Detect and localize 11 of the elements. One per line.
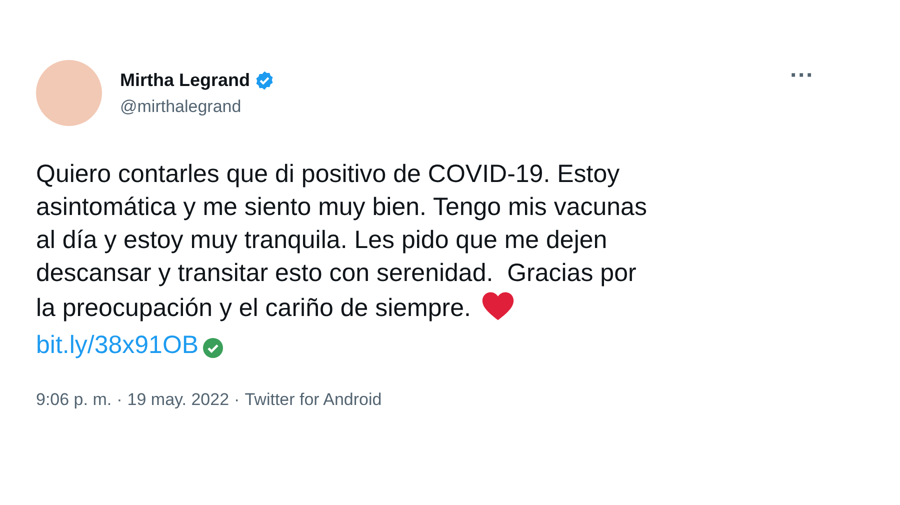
- tweet-text: Quiero contarles que di positivo de COVID-19. Estoy asintomática y me siento muy bien. Tengo mis vacunas al día y estoy muy tranquila. Les pido que me dejen descansar y transitar esto con serenidad. Gracias por la preocupación y el cariño de siempre.: [36, 159, 648, 324]
- check-circle-icon: [202, 338, 223, 358]
- author-handle[interactable]: @mirthalegrand: [120, 96, 772, 116]
- tweet-time[interactable]: 9:06 p. m.: [36, 390, 112, 410]
- tweet-date[interactable]: 19 may. 2022: [127, 390, 230, 410]
- more-button[interactable]: ···: [790, 64, 814, 88]
- separator-dot: ·: [234, 390, 240, 410]
- heart-icon: [480, 290, 515, 322]
- tweet-source[interactable]: Twitter for Android: [244, 390, 382, 410]
- separator-dot: ·: [116, 390, 122, 410]
- author-name[interactable]: Mirtha Legrand: [120, 70, 250, 90]
